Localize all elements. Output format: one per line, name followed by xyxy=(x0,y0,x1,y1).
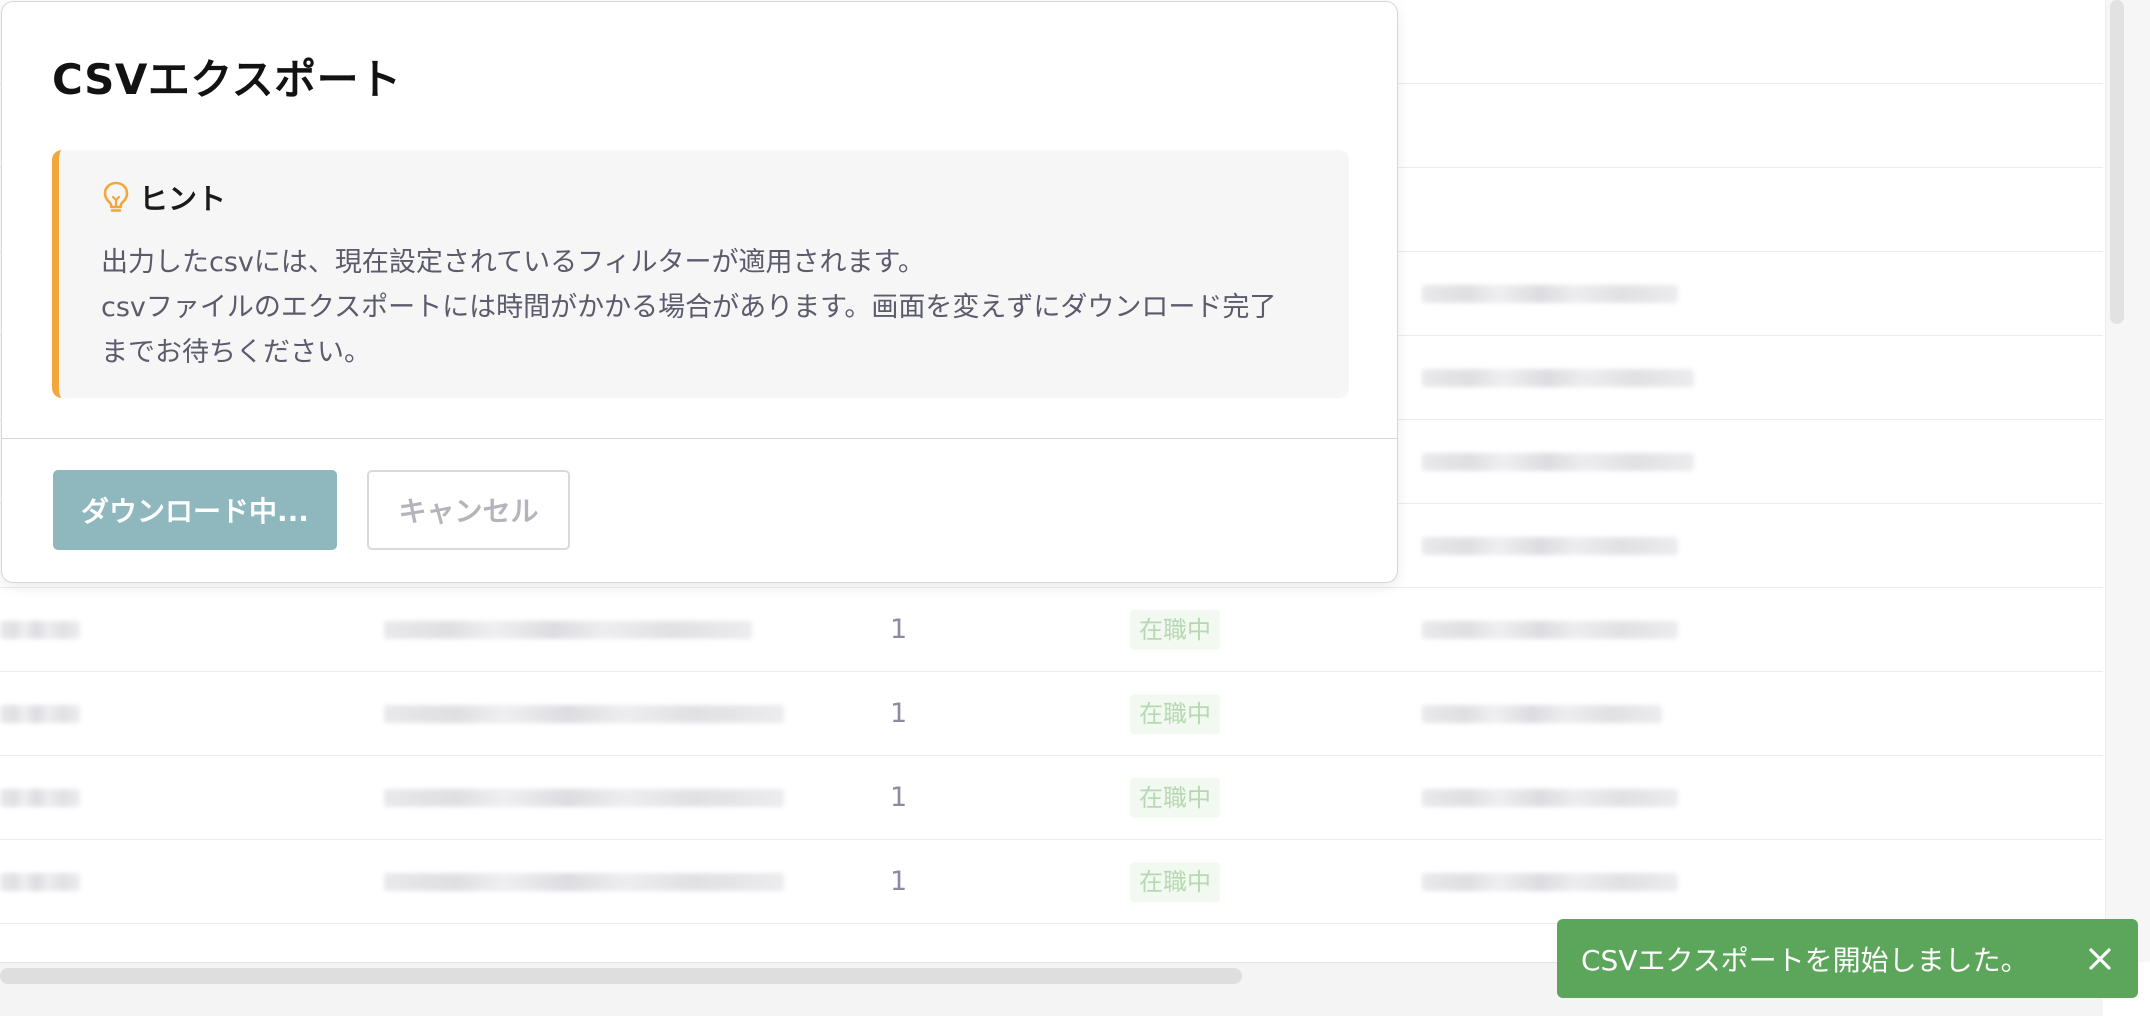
blurred-cell xyxy=(384,620,752,639)
status-badge: 在職中 xyxy=(1130,693,1220,734)
blurred-cell xyxy=(1422,704,1662,723)
hint-line: 出力したcsvには、現在設定されているフィルターが適用されます。 xyxy=(101,247,925,278)
blurred-cell xyxy=(1422,536,1678,555)
blurred-cell xyxy=(0,704,80,723)
hint-text: 出力したcsvには、現在設定されているフィルターが適用されます。 csvファイル… xyxy=(101,240,1321,375)
blurred-cell xyxy=(1422,872,1678,891)
toast-message: CSVエクスポートを開始しました。 xyxy=(1581,943,2029,977)
hint-header: ヒント xyxy=(101,176,226,218)
table-row[interactable]: 1 在職中 xyxy=(0,672,2103,756)
blurred-cell xyxy=(0,788,80,807)
csv-export-dialog: CSVエクスポート ヒント 出力したcsvには、現在設定されているフィルターが適… xyxy=(1,1,1398,583)
blurred-cell xyxy=(384,788,784,807)
toast-notification: CSVエクスポートを開始しました。 xyxy=(1557,919,2138,998)
hint-box: ヒント 出力したcsvには、現在設定されているフィルターが適用されます。 csv… xyxy=(52,150,1349,398)
blurred-cell xyxy=(384,872,784,891)
count-cell: 1 xyxy=(890,782,908,813)
screen: 1 在職中 1 在職中 1 在職中 1 在職中 CSVエクスポート ヒント 出力… xyxy=(0,0,2150,1016)
blurred-cell xyxy=(1422,788,1678,807)
downloading-button[interactable]: ダウンロード中... xyxy=(53,470,337,550)
status-badge: 在職中 xyxy=(1130,861,1220,902)
count-cell: 1 xyxy=(890,614,908,645)
blurred-cell xyxy=(1422,452,1694,471)
horizontal-scrollbar-thumb[interactable] xyxy=(0,968,1242,984)
table-row[interactable]: 1 在職中 xyxy=(0,756,2103,840)
blurred-cell xyxy=(1422,620,1678,639)
count-cell: 1 xyxy=(890,866,908,897)
blurred-cell xyxy=(0,620,80,639)
hint-line: までお待ちください。 xyxy=(101,337,371,368)
blurred-cell xyxy=(1422,368,1694,387)
dialog-title: CSVエクスポート xyxy=(52,55,402,104)
vertical-scrollbar-thumb[interactable] xyxy=(2110,0,2124,324)
cancel-button[interactable]: キャンセル xyxy=(367,470,570,550)
table-row[interactable]: 1 在職中 xyxy=(0,588,2103,672)
blurred-cell xyxy=(384,704,784,723)
status-badge: 在職中 xyxy=(1130,777,1220,818)
hint-title: ヒント xyxy=(139,182,227,216)
table-row[interactable]: 1 在職中 xyxy=(0,840,2103,924)
status-badge: 在職中 xyxy=(1130,609,1220,650)
dialog-divider xyxy=(2,438,1397,439)
count-cell: 1 xyxy=(890,698,908,729)
blurred-cell xyxy=(0,872,80,891)
close-icon[interactable] xyxy=(2080,939,2120,979)
blurred-cell xyxy=(1422,284,1678,303)
hint-line: csvファイルのエクスポートには時間がかかる場合があります。画面を変えずにダウン… xyxy=(101,292,1277,323)
lightbulb-icon xyxy=(101,180,131,214)
